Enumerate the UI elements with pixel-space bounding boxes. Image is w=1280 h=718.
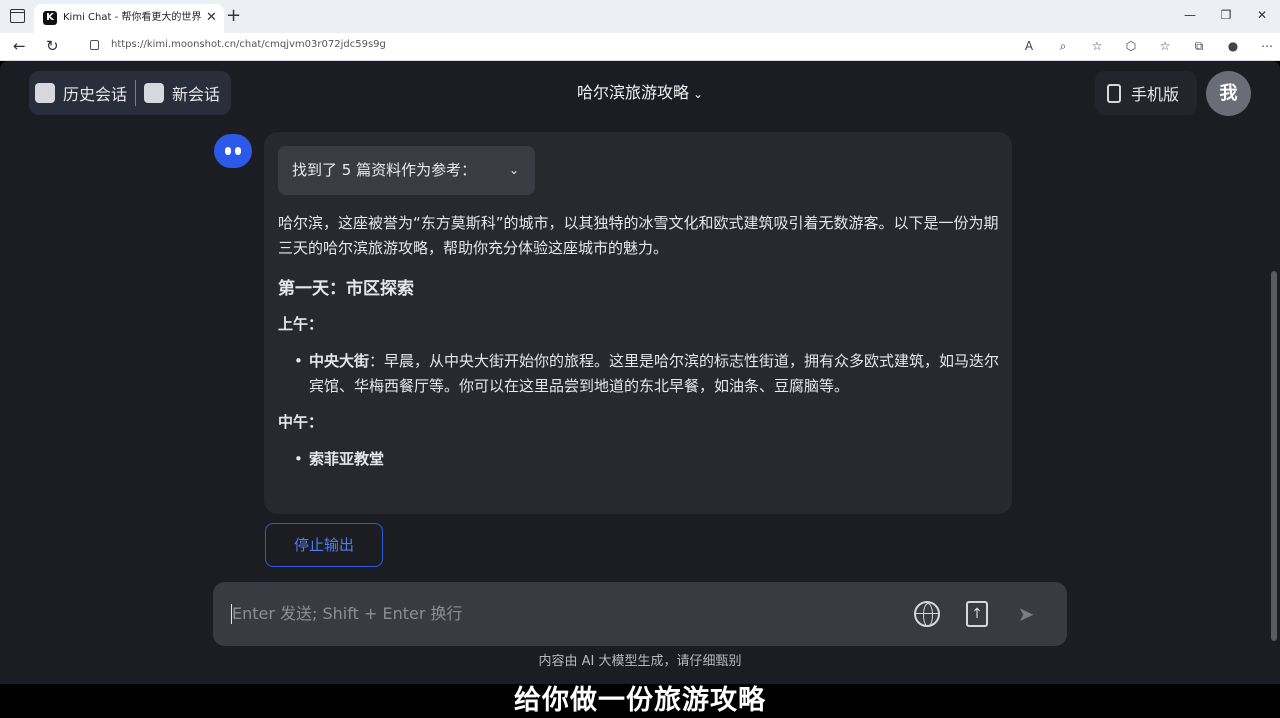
- globe-icon[interactable]: [914, 601, 940, 627]
- zoom-icon[interactable]: ⌕: [1052, 36, 1074, 56]
- noon-heading: 中午：: [278, 413, 324, 431]
- sidebar-toggle-icon[interactable]: [10, 9, 25, 23]
- conversation-title-text: 哈尔滨旅游攻略: [576, 83, 689, 102]
- browser-toolbar-icons: A ⌕ ☆ ⬡ ☆ ⧉ ● ⋯: [1018, 36, 1278, 56]
- mobile-version-button[interactable]: 手机版: [1095, 71, 1197, 115]
- window-controls: — ❐ ✕: [1172, 0, 1280, 30]
- new-chat-label: 新会话: [172, 85, 221, 104]
- back-button[interactable]: ←: [13, 35, 26, 57]
- conversation-title[interactable]: 哈尔滨旅游攻略 ⌄: [560, 81, 720, 106]
- upload-file-icon[interactable]: ↑: [966, 601, 988, 627]
- new-tab-button[interactable]: +: [226, 5, 241, 27]
- references-toggle[interactable]: 找到了 5 篇资料作为参考： ⌄: [278, 146, 535, 195]
- assistant-message: 找到了 5 篇资料作为参考： ⌄ 哈尔滨，这座被誉为“东方莫斯科”的城市，以其独…: [264, 132, 1012, 514]
- item-title: 索菲亚教堂: [309, 450, 385, 468]
- new-chat-icon: [144, 83, 165, 103]
- tab-close-icon[interactable]: ✕: [206, 10, 217, 26]
- morning-list: 中央大街：早晨，从中央大街开始你的旅程。这里是哈尔滨的标志性街道，拥有众多欧式建…: [278, 349, 1000, 399]
- close-window-button[interactable]: ✕: [1244, 0, 1280, 30]
- ai-disclaimer: 内容由 AI 大模型生成，请仔细甄别: [538, 654, 742, 669]
- favorite-icon[interactable]: ☆: [1086, 36, 1108, 56]
- browser-tab-bar: K Kimi Chat - 帮你看更大的世界 ✕ + — ❐ ✕: [0, 0, 1280, 33]
- browser-tab[interactable]: K Kimi Chat - 帮你看更大的世界 ✕: [34, 4, 224, 33]
- noon-list: 索菲亚教堂: [278, 447, 1000, 472]
- history-button[interactable]: 历史会话: [29, 71, 133, 115]
- bot-eye-icon: [235, 147, 241, 155]
- item-text: ：早晨，从中央大街开始你的旅程。这里是哈尔滨的标志性街道，拥有众多欧式建筑，如马…: [309, 352, 1000, 395]
- header-left-group: 历史会话 新会话: [29, 71, 231, 115]
- restore-button[interactable]: ❐: [1208, 0, 1244, 30]
- kimi-favicon-icon: K: [43, 11, 57, 25]
- message-content: 哈尔滨，这座被誉为“东方莫斯科”的城市，以其独特的冰雪文化和欧式建筑吸引着无数游…: [278, 211, 1000, 472]
- read-aloud-icon[interactable]: A: [1018, 36, 1040, 56]
- more-menu-icon[interactable]: ⋯: [1256, 36, 1278, 56]
- collections-icon[interactable]: ⧉: [1188, 36, 1210, 56]
- chat-input[interactable]: Enter 发送; Shift + Enter 换行 ↑ ➤: [213, 582, 1067, 646]
- lock-icon: [90, 40, 99, 50]
- kimi-app: 历史会话 新会话 哈尔滨旅游攻略 ⌄ 手机版 我 找到了 5 篇资料作为参考： ⌄…: [0, 61, 1280, 684]
- address-bar-row: ← ↻ https://kimi.moonshot.cn/chat/cmqjvm…: [0, 33, 1280, 61]
- phone-icon: [1107, 83, 1121, 103]
- send-icon[interactable]: ➤: [1013, 601, 1039, 627]
- intro-paragraph: 哈尔滨，这座被誉为“东方莫斯科”的城市，以其独特的冰雪文化和欧式建筑吸引着无数游…: [278, 214, 999, 257]
- minimize-button[interactable]: —: [1172, 0, 1208, 30]
- profile-icon[interactable]: ●: [1222, 36, 1244, 56]
- url-field[interactable]: https://kimi.moonshot.cn/chat/cmqjvm03r0…: [80, 34, 1010, 56]
- stop-output-button[interactable]: 停止输出: [265, 523, 383, 567]
- item-title: 中央大街: [309, 352, 370, 370]
- scrollbar[interactable]: [1271, 271, 1277, 641]
- history-label: 历史会话: [63, 85, 128, 104]
- list-item: 中央大街：早晨，从中央大街开始你的旅程。这里是哈尔滨的标志性街道，拥有众多欧式建…: [278, 349, 1000, 399]
- chevron-down-icon: ⌄: [508, 163, 519, 177]
- reload-button[interactable]: ↻: [46, 35, 59, 57]
- user-avatar[interactable]: 我: [1206, 71, 1251, 116]
- references-label: 找到了 5 篇资料作为参考：: [292, 161, 477, 179]
- history-icon: [35, 83, 55, 103]
- divider: [135, 80, 137, 106]
- tab-title: Kimi Chat - 帮你看更大的世界: [63, 12, 202, 23]
- new-chat-button[interactable]: 新会话: [138, 71, 226, 115]
- morning-heading: 上午：: [278, 315, 324, 333]
- day1-heading: 第一天：市区探索: [278, 279, 414, 299]
- video-subtitle: 给你做一份旅游攻略: [0, 684, 1280, 718]
- favorites-bar-icon[interactable]: ☆: [1154, 36, 1176, 56]
- list-item: 索菲亚教堂: [278, 447, 1000, 472]
- input-placeholder: Enter 发送; Shift + Enter 换行: [232, 604, 463, 623]
- chevron-down-icon: ⌄: [692, 87, 704, 101]
- mobile-label: 手机版: [1131, 85, 1180, 104]
- url-text: https://kimi.moonshot.cn/chat/cmqjvm03r0…: [111, 39, 386, 50]
- bot-eye-icon: [225, 147, 231, 155]
- extensions-icon[interactable]: ⬡: [1120, 36, 1142, 56]
- kimi-bot-avatar: [214, 134, 252, 168]
